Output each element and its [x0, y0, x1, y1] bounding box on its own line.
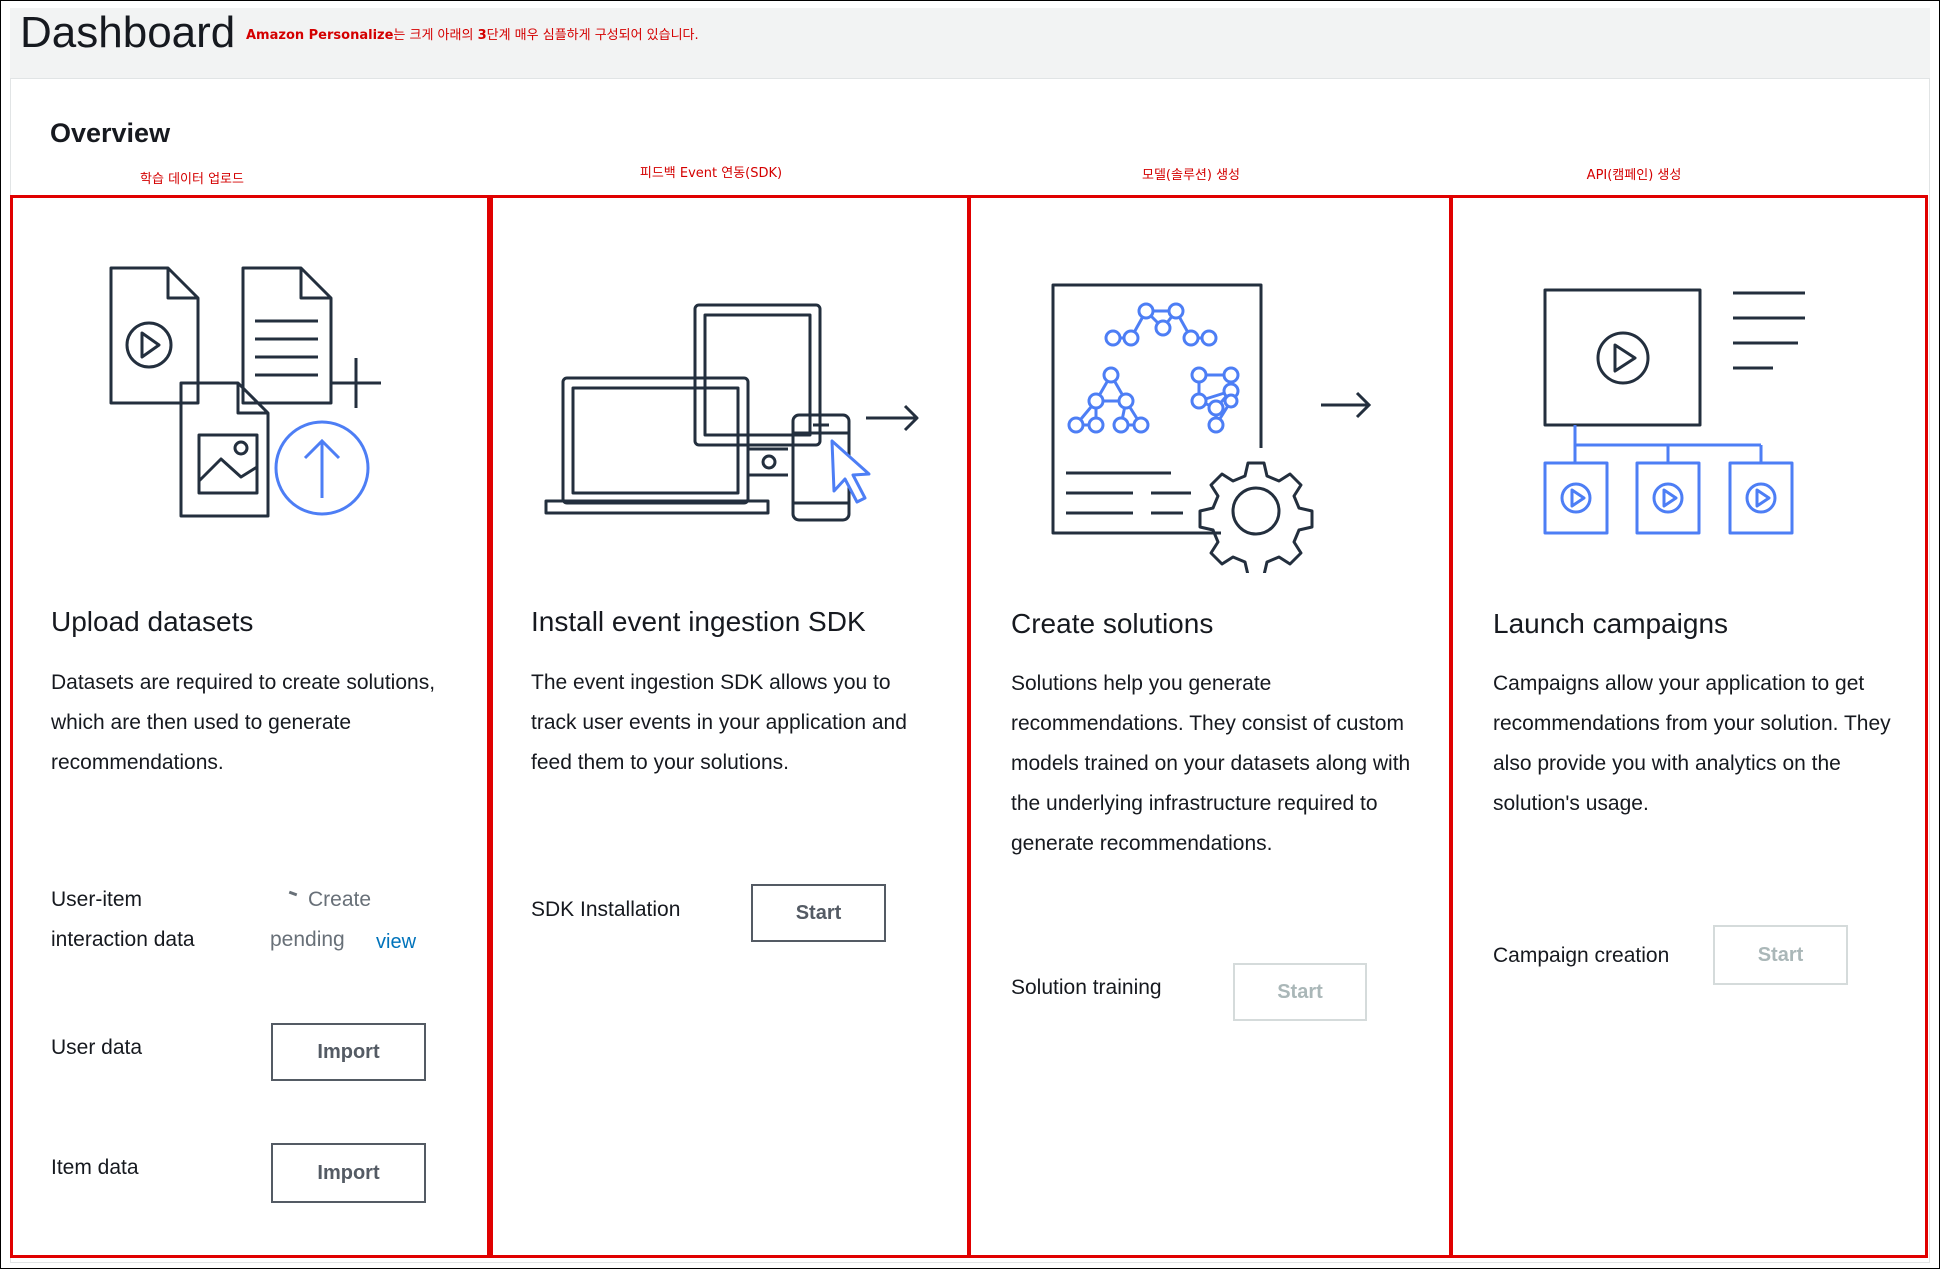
row-label-solution-training: Solution training — [1011, 976, 1162, 999]
card-upload-datasets: Upload datasets Datasets are required to… — [10, 195, 490, 1258]
card-title: Launch campaigns — [1493, 608, 1729, 639]
card-description: Campaigns allow your application to get … — [1493, 672, 1891, 815]
card-install-sdk: Install event ingestion SDK The event in… — [490, 195, 970, 1258]
card-create-solutions: Create solutions Solutions help you gene… — [968, 195, 1452, 1258]
campaign-video-tree-icon — [1543, 288, 1805, 535]
devices-event-icon — [544, 303, 919, 522]
card-title: Create solutions — [1011, 608, 1214, 639]
status-create: Create — [308, 888, 372, 911]
upload-datasets-icon — [109, 266, 381, 518]
solutions-network-gear-icon — [1051, 283, 1372, 573]
card-description: Datasets are required to create solution… — [51, 671, 436, 774]
import-item-data-button[interactable]: Import — [271, 1143, 426, 1203]
card-launch-campaigns: Launch campaigns Campaigns allow your ap… — [1450, 195, 1928, 1258]
row-label-interaction-data: User-item interaction data — [51, 888, 195, 951]
status-pending: pending — [270, 928, 345, 951]
page-header: Dashboard Amazon Personalize는 크게 아래의 3단계… — [10, 8, 1930, 79]
annotation-solution: 모델(솔루션) 생성 — [1142, 168, 1240, 183]
annotation-upload: 학습 데이터 업로드 — [140, 172, 244, 187]
card-description: Solutions help you generate recommendati… — [1011, 672, 1411, 855]
annotation-campaign: API(캠페인) 생성 — [1586, 168, 1682, 183]
start-solution-button[interactable]: Start — [1233, 963, 1367, 1021]
annotation-sdk: 피드백 Event 연동(SDK) — [639, 166, 783, 181]
card-description: The event ingestion SDK allows you to tr… — [531, 671, 907, 774]
view-link[interactable]: view — [376, 931, 416, 954]
row-label-item-data: Item data — [51, 1156, 139, 1179]
overview-heading: Overview — [50, 118, 171, 148]
page-title: Dashboard — [20, 8, 236, 57]
row-label-user-data: User data — [51, 1036, 143, 1059]
row-label-sdk-installation: SDK Installation — [531, 898, 681, 921]
start-campaign-button[interactable]: Start — [1713, 925, 1848, 985]
card-title: Install event ingestion SDK — [531, 606, 866, 637]
import-user-data-button[interactable]: Import — [271, 1023, 426, 1081]
card-title: Upload datasets — [51, 606, 254, 637]
header-annotation: Amazon Personalize는 크게 아래의 3단계 매우 심플하게 구… — [246, 28, 699, 43]
start-sdk-button[interactable]: Start — [751, 884, 886, 942]
loading-spinner-icon — [288, 890, 298, 897]
row-label-campaign-creation: Campaign creation — [1493, 944, 1670, 967]
